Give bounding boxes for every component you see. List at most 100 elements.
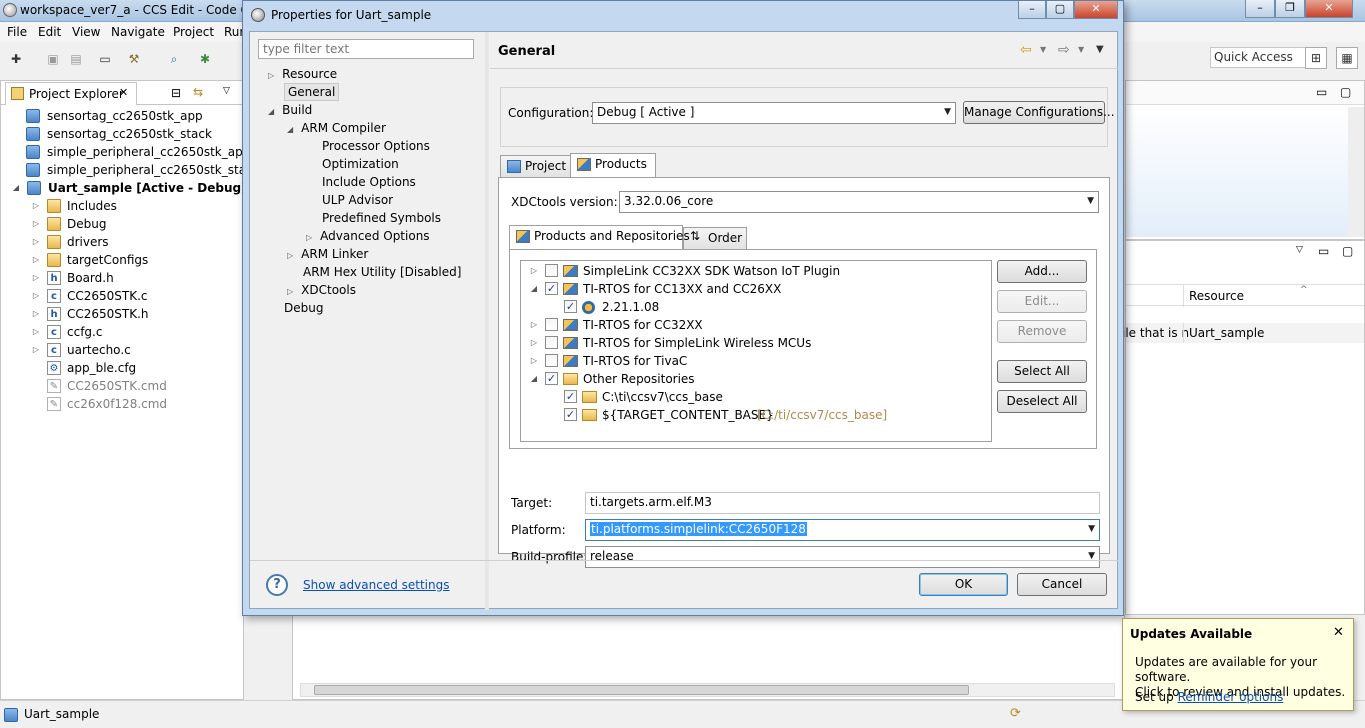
reminder-options-link[interactable]: Reminder options xyxy=(1178,690,1284,704)
tree-item-project[interactable]: simple_peripheral_cc2650stk_stack xyxy=(26,161,260,179)
configuration-select[interactable]: Debug [ Active ] ▼ xyxy=(592,102,956,124)
tree-item-targetconfigs[interactable]: ▷ targetConfigs xyxy=(31,251,148,269)
dialog-maximize-button[interactable]: ▢ xyxy=(1046,1,1074,19)
minimize-icon[interactable]: ▭ xyxy=(1316,85,1327,99)
tree-item-active-project[interactable]: ◢ Uart_sample [Active - Debug] xyxy=(11,179,247,197)
tree-item-file[interactable]: ✎ cc26x0f128.cmd xyxy=(47,395,167,413)
link-with-editor-icon[interactable]: ⇆ xyxy=(193,85,203,99)
tree-row-product[interactable]: ▷ TI-RTOS for CC32XX xyxy=(521,316,991,334)
tree-item-file[interactable]: ⚙ app_ble.cfg xyxy=(47,359,136,377)
tree-item-general[interactable]: General xyxy=(284,83,340,101)
tree-item-project[interactable]: sensortag_cc2650stk_stack xyxy=(26,125,212,143)
collapsed-chevron-icon[interactable]: ▷ xyxy=(287,287,293,296)
tree-row-repository-group[interactable]: ◢ ✓ Other Repositories xyxy=(521,370,991,388)
collapsed-chevron-icon[interactable]: ▷ xyxy=(31,269,41,287)
xdctools-version-select[interactable]: 3.32.0.06_core ▼ xyxy=(619,191,1099,213)
tab-products[interactable]: Products xyxy=(570,153,656,177)
tree-item-optimization[interactable]: Optimization xyxy=(322,155,399,173)
product-checkbox[interactable]: ✓ xyxy=(545,282,558,295)
ccs-edit-perspective-icon[interactable]: ▦ xyxy=(1336,47,1358,69)
deselect-all-button[interactable]: Deselect All xyxy=(997,390,1087,413)
collapsed-chevron-icon[interactable]: ▷ xyxy=(529,316,539,334)
expanded-chevron-icon[interactable]: ◢ xyxy=(529,370,539,388)
build-profile-select[interactable]: release ▼ xyxy=(585,546,1100,568)
table-row[interactable]: ile that is n Uart_sample xyxy=(1122,323,1364,343)
collapsed-chevron-icon[interactable]: ▷ xyxy=(31,323,41,341)
tree-item-file[interactable]: ▷ c CC2650STK.c xyxy=(31,287,148,305)
menu-project[interactable]: Project xyxy=(173,25,214,39)
forward-history-chevron-down-icon[interactable]: ▼ xyxy=(1078,45,1084,54)
resource-column-header[interactable]: Resource xyxy=(1189,289,1244,303)
collapse-all-icon[interactable]: ⊟ xyxy=(171,86,181,100)
tree-row-product[interactable]: ▷ TI-RTOS for SimpleLink Wireless MCUs xyxy=(521,334,991,352)
dialog-minimize-button[interactable]: – xyxy=(1018,1,1046,19)
save-icon[interactable]: ▣ xyxy=(45,51,61,67)
collapsed-chevron-icon[interactable]: ▷ xyxy=(529,352,539,370)
tree-item-file[interactable]: ✎ CC2650STK.cmd xyxy=(47,377,167,395)
repository-checkbox[interactable]: ✓ xyxy=(564,408,577,421)
product-checkbox[interactable] xyxy=(545,354,558,367)
tree-item-file[interactable]: ▷ c ccfg.c xyxy=(31,323,102,341)
dialog-close-button[interactable]: ✕ xyxy=(1074,1,1118,19)
back-arrow-icon[interactable]: ⇦ xyxy=(1020,42,1032,58)
tree-item-arm-linker[interactable]: ▷ ARM Linker xyxy=(287,245,368,263)
main-restore-button[interactable]: ❐ xyxy=(1275,0,1305,18)
debug-icon[interactable]: ✱ xyxy=(197,51,213,67)
target-field[interactable]: ti.targets.arm.elf.M3 xyxy=(585,492,1100,514)
new-icon[interactable]: ✚ xyxy=(8,51,24,67)
collapsed-chevron-icon[interactable]: ▷ xyxy=(31,251,41,269)
tree-item-debug[interactable]: Debug xyxy=(284,299,323,317)
view-menu-chevron-down-icon[interactable]: ▽ xyxy=(1296,245,1303,255)
collapsed-chevron-icon[interactable]: ▷ xyxy=(31,287,41,305)
collapsed-chevron-icon[interactable]: ▷ xyxy=(31,233,41,251)
collapsed-chevron-icon[interactable]: ▷ xyxy=(31,341,41,359)
repository-checkbox[interactable]: ✓ xyxy=(545,372,558,385)
product-checkbox[interactable] xyxy=(545,264,558,277)
tree-item-file[interactable]: ▷ h Board.h xyxy=(31,269,114,287)
tree-item-build[interactable]: ◢ Build xyxy=(268,101,312,119)
tab-products-and-repositories[interactable]: Products and Repositories xyxy=(509,225,690,249)
tree-item-includes[interactable]: ▷ Includes xyxy=(31,197,117,215)
remove-button[interactable]: Remove xyxy=(997,320,1087,343)
tree-row-version[interactable]: ✓ 2.21.1.08 xyxy=(521,298,991,316)
tree-item-predefined-symbols[interactable]: Predefined Symbols xyxy=(322,209,441,227)
project-explorer-tab[interactable]: Project Explorer ✕ xyxy=(5,82,137,105)
product-checkbox[interactable] xyxy=(545,318,558,331)
tree-item-drivers[interactable]: ▷ drivers xyxy=(31,233,109,251)
tree-item-xdctools[interactable]: ▷ XDCtools xyxy=(287,281,356,299)
save-all-icon[interactable]: ▤ xyxy=(68,51,84,67)
back-history-chevron-down-icon[interactable]: ▼ xyxy=(1040,45,1046,54)
collapsed-chevron-icon[interactable]: ▷ xyxy=(529,262,539,280)
collapsed-chevron-icon[interactable]: ▷ xyxy=(529,334,539,352)
menu-view[interactable]: View xyxy=(72,25,100,39)
view-menu-chevron-down-icon[interactable]: ▽ xyxy=(223,86,230,96)
tree-item-file[interactable]: ▷ c uartecho.c xyxy=(31,341,131,359)
collapsed-chevron-icon[interactable]: ▷ xyxy=(268,71,274,80)
maximize-icon[interactable]: ▢ xyxy=(1342,244,1353,258)
version-checkbox[interactable]: ✓ xyxy=(564,300,577,313)
dialog-sash[interactable] xyxy=(485,32,489,610)
collapsed-chevron-icon[interactable]: ▷ xyxy=(31,215,41,233)
collapsed-chevron-icon[interactable]: ▷ xyxy=(306,233,312,242)
filter-input[interactable] xyxy=(258,39,474,59)
help-icon[interactable]: ? xyxy=(266,574,288,596)
tree-item-include-options[interactable]: Include Options xyxy=(322,173,416,191)
collapsed-chevron-icon[interactable]: ▷ xyxy=(287,251,293,260)
show-advanced-settings-link[interactable]: Show advanced settings xyxy=(303,578,450,592)
tree-item-ulp-advisor[interactable]: ULP Advisor xyxy=(322,191,393,209)
menu-navigate[interactable]: Navigate xyxy=(111,25,165,39)
add-button[interactable]: Add... xyxy=(997,260,1087,283)
tree-item-file[interactable]: ▷ h CC2650STK.h xyxy=(31,305,149,323)
updates-icon[interactable]: ⟳ xyxy=(1010,706,1021,721)
outline-scrollbar[interactable] xyxy=(1348,107,1364,237)
open-perspective-icon[interactable]: ⊞ xyxy=(1305,47,1327,69)
menu-edit[interactable]: Edit xyxy=(38,25,61,39)
view-menu-chevron-down-icon[interactable]: ▼ xyxy=(1096,44,1104,55)
tree-item-resource[interactable]: ▷ Resource xyxy=(268,65,337,83)
expanded-chevron-icon[interactable]: ◢ xyxy=(287,125,293,134)
menu-file[interactable]: File xyxy=(7,25,27,39)
tree-row-repository[interactable]: ✓ ${TARGET_CONTENT_BASE} [C:/ti/ccsv7/cc… xyxy=(521,406,991,424)
close-icon[interactable]: ✕ xyxy=(1333,625,1344,640)
tree-item-arm-compiler[interactable]: ◢ ARM Compiler xyxy=(287,119,386,137)
collapsed-chevron-icon[interactable]: ▷ xyxy=(31,197,41,215)
